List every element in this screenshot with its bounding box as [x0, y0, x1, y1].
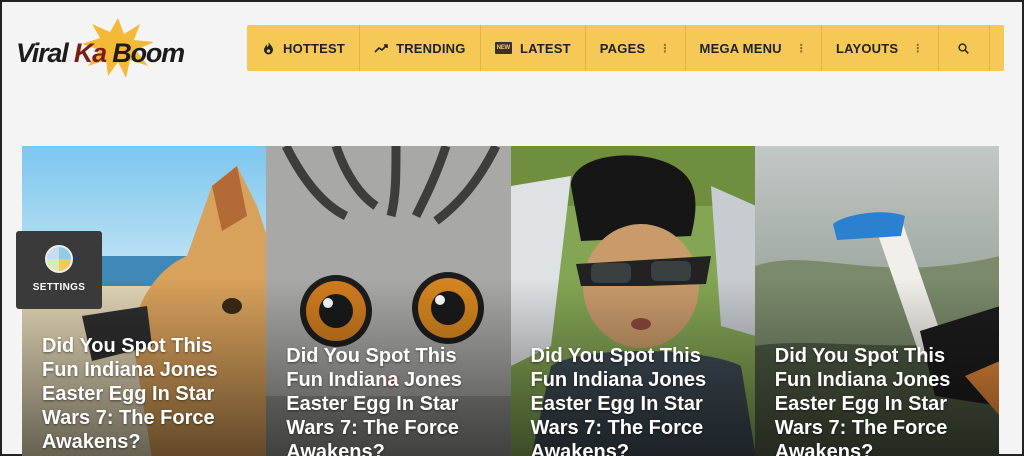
- nav-label-pages: PAGES: [599, 40, 646, 56]
- flame-icon: [261, 41, 275, 55]
- nav-item-layouts[interactable]: LAYOUTS ⋮: [822, 25, 939, 71]
- post-title[interactable]: Did You Spot This Fun Indiana Jones East…: [775, 344, 985, 456]
- post-title[interactable]: Did You Spot This Fun Indiana Jones East…: [531, 344, 741, 456]
- dots-icon: ⋮: [912, 42, 924, 55]
- browser-viewport: Viral Ka Boom HOTTEST TRENDING NEW LATES…: [0, 0, 1024, 456]
- nav-label-trending: TRENDING: [396, 40, 466, 56]
- nav-item-pages[interactable]: PAGES ⋮: [586, 25, 686, 71]
- trending-arrow-icon: [374, 41, 388, 55]
- logo-text-boom: Boom: [112, 38, 185, 68]
- logo-wordmark: Viral Ka Boom: [16, 38, 185, 69]
- nav-item-trending[interactable]: TRENDING: [360, 25, 481, 71]
- post-title[interactable]: Did You Spot This Fun Indiana Jones East…: [42, 334, 252, 454]
- nav-item-hottest[interactable]: HOTTEST: [247, 25, 361, 71]
- logo-text-ka: Ka: [73, 38, 107, 68]
- new-badge-icon: NEW: [494, 42, 512, 54]
- search-button[interactable]: [939, 25, 990, 71]
- nav-label-hottest: HOTTEST: [283, 40, 346, 56]
- settings-label: SETTINGS: [32, 282, 86, 293]
- search-icon: [957, 41, 971, 55]
- post-card[interactable]: Did You Spot This Fun Indiana Jones East…: [266, 146, 511, 456]
- logo-text-viral: Viral: [16, 38, 69, 68]
- nav-label-latest: LATEST: [519, 40, 571, 56]
- post-card[interactable]: Did You Spot This Fun Indiana Jones East…: [510, 146, 755, 456]
- nav-item-latest[interactable]: NEW LATEST: [481, 25, 586, 71]
- dots-icon: ⋮: [659, 42, 671, 55]
- nav-label-layouts: LAYOUTS: [835, 40, 899, 56]
- featured-posts: Did You Spot This Fun Indiana Jones East…: [22, 146, 999, 456]
- site-logo[interactable]: Viral Ka Boom: [16, 16, 226, 80]
- post-title[interactable]: Did You Spot This Fun Indiana Jones East…: [286, 344, 496, 456]
- post-card[interactable]: Did You Spot This Fun Indiana Jones East…: [754, 146, 999, 456]
- dots-icon: ⋮: [795, 42, 807, 55]
- main-nav: HOTTEST TRENDING NEW LATEST PAGES ⋮ MEGA…: [247, 25, 1004, 71]
- nav-item-mega-menu[interactable]: MEGA MENU ⋮: [686, 25, 822, 71]
- settings-button[interactable]: SETTINGS: [16, 231, 102, 309]
- nav-label-mega-menu: MEGA MENU: [699, 40, 782, 56]
- color-wheel-icon: [45, 245, 73, 273]
